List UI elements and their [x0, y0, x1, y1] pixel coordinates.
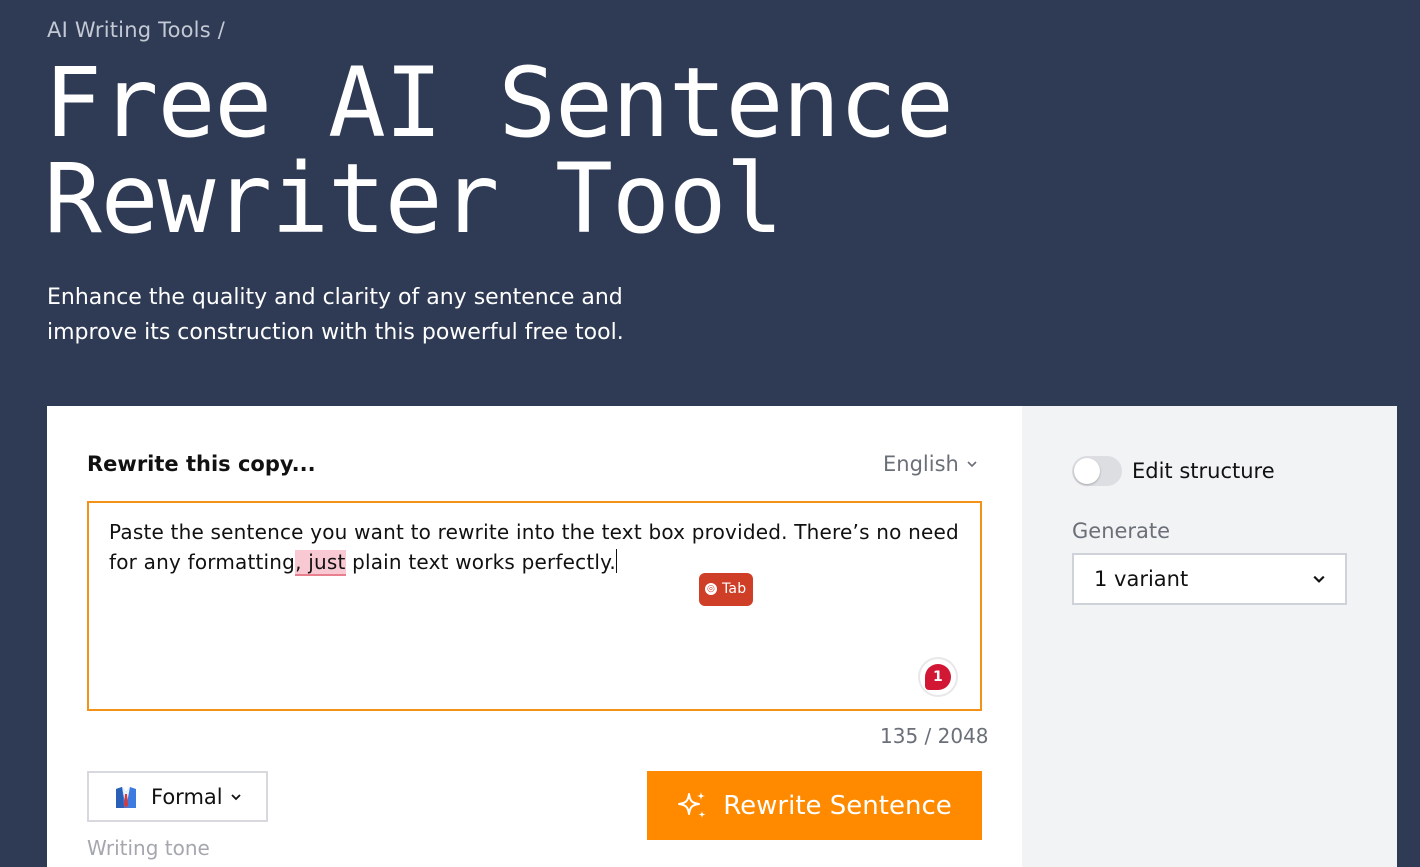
input-label: Rewrite this copy...: [87, 452, 316, 476]
character-count: 135 / 2048: [880, 724, 989, 748]
page-subtitle: Enhance the quality and clarity of any s…: [47, 285, 624, 345]
generate-label: Generate: [1072, 519, 1171, 543]
breadcrumb: AI Writing Tools /: [47, 18, 225, 42]
variants-select[interactable]: 1 variant: [1072, 553, 1347, 605]
rewrite-button-label: Rewrite Sentence: [723, 790, 952, 821]
rewrite-sentence-button[interactable]: Rewrite Sentence: [647, 771, 982, 840]
breadcrumb-separator: /: [217, 18, 226, 42]
writing-tone-select[interactable]: Formal: [87, 771, 268, 822]
breadcrumb-link-ai-writing-tools[interactable]: AI Writing Tools: [47, 18, 211, 42]
sentence-input[interactable]: Paste the sentence you want to rewrite i…: [87, 501, 982, 711]
edit-structure-toggle[interactable]: [1072, 456, 1122, 486]
issue-count: 1: [925, 664, 951, 690]
tab-chip-label: Tab: [722, 581, 747, 597]
grammar-assistant-icon: ◎: [705, 583, 717, 595]
chevron-down-icon: [1313, 575, 1325, 583]
sparkle-icon: [678, 791, 706, 818]
edit-structure-label: Edit structure: [1132, 459, 1275, 483]
toggle-knob: [1074, 458, 1100, 484]
tone-value: Formal: [151, 784, 223, 809]
variants-value: 1 variant: [1094, 567, 1189, 591]
chevron-down-icon: [230, 793, 241, 800]
language-value: English: [883, 452, 959, 476]
rewriter-card: Rewrite this copy... English Paste the s…: [47, 406, 1397, 867]
chevron-down-icon: [967, 461, 977, 468]
autocomplete-tab-chip[interactable]: ◎ Tab: [699, 573, 754, 606]
grammar-issues-badge[interactable]: 1: [920, 659, 956, 695]
input-text-tail: plain text works perfectly.: [345, 550, 616, 574]
language-select[interactable]: English: [883, 452, 977, 476]
tone-caption: Writing tone: [87, 836, 210, 860]
formal-suit-icon: [116, 786, 136, 808]
settings-panel: Edit structure Generate 1 variant: [1022, 406, 1397, 867]
text-caret: [615, 549, 617, 573]
grammar-highlight[interactable]: , just: [295, 550, 346, 576]
page-title: Free AI Sentence Rewriter Tool: [44, 47, 954, 255]
